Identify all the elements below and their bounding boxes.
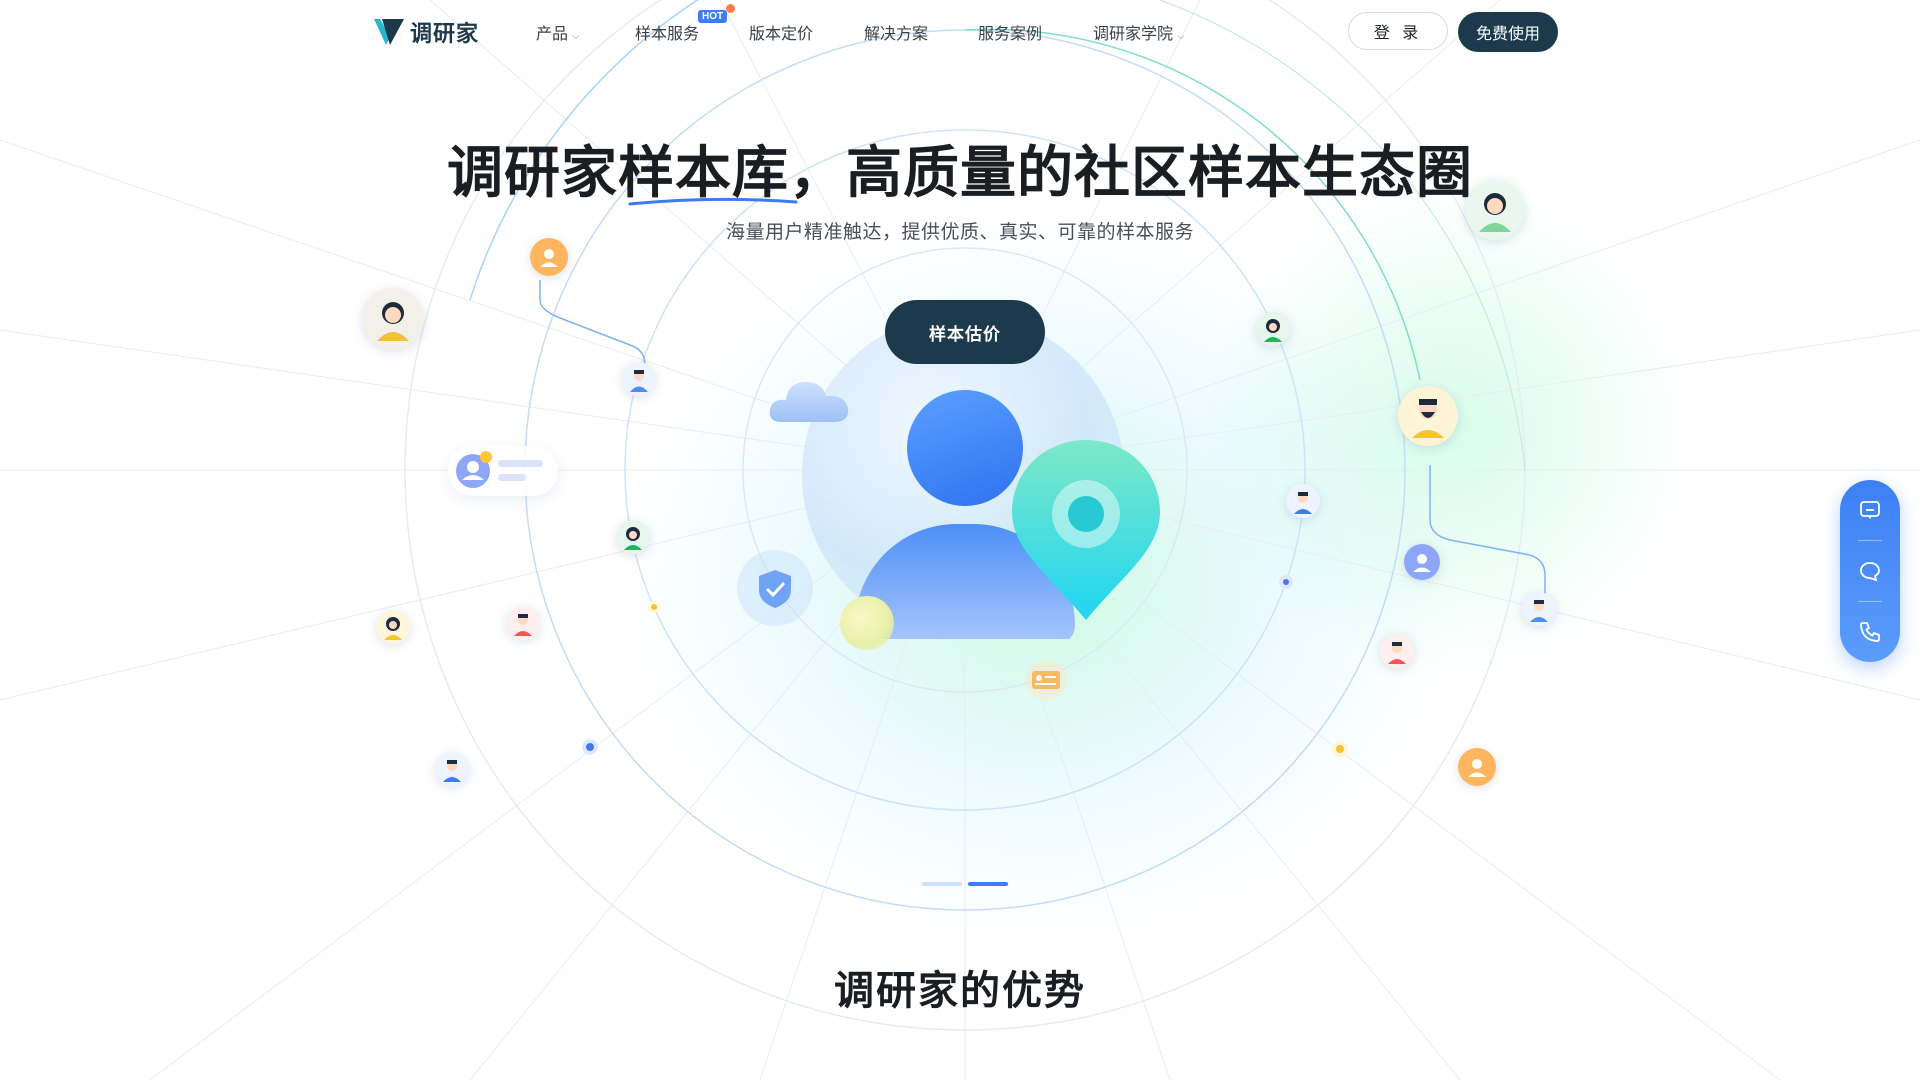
logo-mark-icon	[374, 19, 404, 45]
nav-products-label: 产品	[536, 26, 569, 43]
nav-sample-service-label: 样本服务	[635, 26, 700, 43]
sample-estimate-button[interactable]: 样本估价	[885, 300, 1045, 364]
advantage-section-title: 调研家的优势	[834, 969, 1086, 1013]
nav-pricing-label: 版本定价	[749, 26, 814, 43]
user-icon	[540, 249, 558, 267]
chat-button[interactable]	[1840, 541, 1900, 601]
avatar-user-orange-right	[1458, 748, 1496, 786]
hero-subtitle: 海量用户精准触达，提供优质、真实、可靠的样本服务	[725, 222, 1194, 243]
user-icon	[1413, 554, 1431, 572]
avatar-user-orange	[530, 238, 568, 276]
nav-solutions-label: 解决方案	[864, 26, 929, 43]
node-dot-inner	[1283, 579, 1289, 585]
carousel-dot-1[interactable]	[922, 882, 962, 886]
avatar-woman-graphic	[384, 617, 402, 640]
free-trial-button[interactable]: 免费使用	[1458, 12, 1558, 52]
shield-icon	[737, 550, 813, 626]
nav-cases-label: 服务案例	[978, 26, 1043, 43]
avatar-woman-graphic	[1479, 193, 1511, 232]
avatar-man-graphic	[630, 370, 648, 392]
avatar-man-red	[506, 606, 540, 640]
avatar-man-blue-far	[1522, 592, 1556, 626]
user-icon	[1468, 759, 1486, 777]
avatar-man-blue	[622, 362, 656, 396]
avatar-woman-yellow-small	[376, 610, 410, 644]
avatar-man-graphic	[1530, 600, 1548, 622]
message-button[interactable]	[1840, 480, 1900, 540]
avatar-man-graphic	[1294, 492, 1312, 514]
chevron-down-icon: ⌵	[1177, 31, 1185, 42]
hero-title: 调研家样本库，高质量的社区样本生态圈	[447, 141, 1473, 204]
avatar-man-beard	[1398, 386, 1458, 446]
avatar-woman-graphic	[624, 527, 642, 550]
avatar-woman-green	[616, 520, 650, 554]
hot-badge: HOT	[698, 10, 728, 23]
node-dot-inner	[651, 604, 657, 610]
decor-ball	[840, 596, 894, 650]
avatar-man-graphic	[514, 614, 532, 636]
avatar-woman-yellow	[362, 288, 424, 350]
avatar-man-blue-right	[1286, 484, 1320, 518]
avatar-man-red-right	[1380, 634, 1414, 668]
floating-contact-bar	[1840, 480, 1900, 662]
nav-cases[interactable]: 服务案例	[978, 20, 1042, 44]
avatar-man-blue-bottom	[435, 752, 469, 786]
avatar-man-graphic	[443, 760, 461, 782]
avatar-woman-green-mid	[1256, 312, 1290, 346]
profile-card	[448, 446, 558, 496]
nav-solutions[interactable]: 解决方案	[864, 20, 928, 44]
nav-pricing[interactable]: 版本定价	[749, 20, 813, 44]
phone-button[interactable]	[1840, 602, 1900, 662]
flame-icon	[726, 4, 735, 13]
node-dot-inner	[586, 743, 594, 751]
nav-products[interactable]: 产品 ⌵	[536, 20, 580, 44]
chevron-down-icon: ⌵	[572, 31, 580, 42]
logo[interactable]: 调研家	[372, 16, 482, 48]
login-button[interactable]: 登 录	[1348, 12, 1448, 50]
avatar-woman-green-top	[1465, 180, 1525, 240]
nav-sample-service[interactable]: 样本服务	[635, 20, 699, 44]
nav-academy[interactable]: 调研家学院 ⌵	[1093, 20, 1185, 44]
node-dot-inner	[1336, 745, 1344, 753]
user-head-icon	[907, 390, 1023, 506]
avatar-man-graphic	[1412, 399, 1444, 438]
location-pin-icon	[1012, 440, 1160, 620]
avatar-woman-graphic	[1264, 319, 1282, 342]
nav-academy-label: 调研家学院	[1093, 26, 1174, 43]
profile-card-graphic	[456, 451, 543, 488]
message-icon	[1860, 501, 1880, 519]
id-card-icon	[1026, 660, 1066, 700]
title-underline	[628, 197, 798, 206]
top-nav: 调研家 产品 ⌵ 样本服务 HOT 版本定价 解决方案 服务案例 调研家学院 ⌵ 登…	[0, 0, 1920, 64]
phone-icon	[1860, 622, 1880, 642]
chat-bubble-icon	[1860, 562, 1880, 582]
cloud-icon	[769, 382, 849, 422]
carousel-dot-2[interactable]	[968, 882, 1008, 886]
avatar-man-graphic	[1388, 642, 1406, 664]
avatar-woman-graphic	[377, 302, 409, 341]
avatar-user-purple	[1404, 544, 1440, 580]
logo-text: 调研家	[410, 21, 480, 46]
